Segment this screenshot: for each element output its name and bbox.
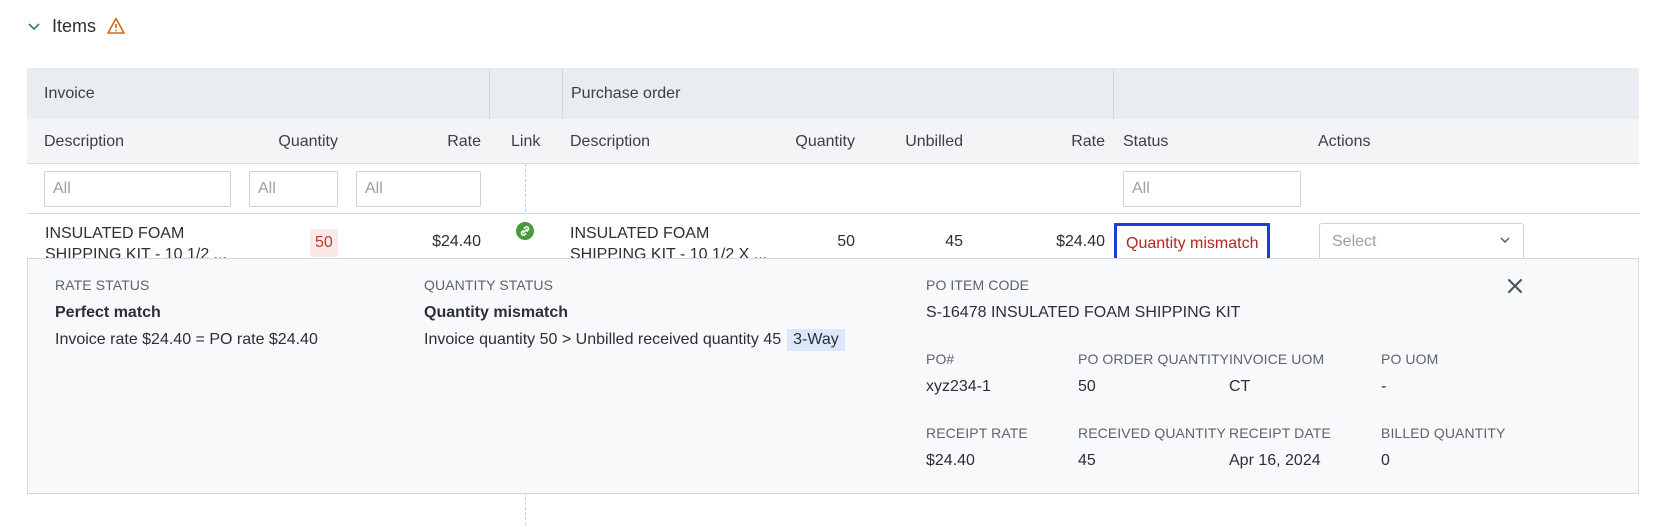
field-label: RECEIPT RATE (926, 425, 1028, 441)
field-value: Apr 16, 2024 (1229, 452, 1321, 469)
col-invoice-quantity[interactable]: Quantity (249, 119, 338, 164)
link-icon[interactable] (515, 221, 535, 241)
col-po-quantity[interactable]: Quantity (755, 119, 855, 164)
filter-invoice-description[interactable]: All (44, 171, 231, 207)
group-divider (562, 68, 563, 119)
filter-invoice-rate[interactable]: All (356, 171, 481, 207)
field-value: 50 (1078, 378, 1096, 395)
invoice-description-line1: INSULATED FOAM (45, 225, 185, 242)
group-header-row: Invoice Purchase order (27, 68, 1639, 119)
po-item-code-label: PO ITEM CODE (926, 277, 1030, 293)
group-divider (1113, 68, 1114, 119)
chevron-down-icon (1499, 233, 1511, 251)
field-value: 0 (1381, 452, 1390, 469)
col-invoice-rate[interactable]: Rate (356, 119, 481, 164)
actions-select-placeholder: Select (1332, 233, 1377, 250)
col-status[interactable]: Status (1123, 119, 1168, 164)
field-label: RECEIVED QUANTITY (1078, 425, 1226, 441)
close-icon[interactable] (1506, 277, 1524, 295)
row-detail-panel: RATE STATUS Perfect match Invoice rate $… (27, 258, 1639, 494)
group-purchase-order: Purchase order (571, 84, 681, 102)
items-section-header[interactable]: Items (26, 12, 126, 40)
items-table: Invoice Purchase order Description Quant… (27, 68, 1639, 525)
invoice-quantity-badge: 50 (310, 229, 338, 257)
po-item-code-value: S-16478 INSULATED FOAM SHIPPING KIT (926, 304, 1241, 321)
field-value: $24.40 (926, 452, 975, 469)
three-way-tag: 3-Way (787, 329, 845, 351)
field-value: CT (1229, 378, 1251, 395)
section-title: Items (52, 15, 97, 36)
quantity-status-label: QUANTITY STATUS (424, 277, 554, 293)
filter-row: All All All All (27, 164, 1639, 214)
field-label: INVOICE UOM (1229, 351, 1325, 367)
rate-status-value: Perfect match (55, 304, 161, 321)
field-label: PO UOM (1381, 351, 1439, 367)
col-link: Link (511, 132, 541, 150)
actions-select[interactable]: Select (1319, 223, 1524, 261)
col-invoice-description[interactable]: Description (44, 119, 124, 164)
quantity-status-value: Quantity mismatch (424, 304, 569, 321)
rate-status-label: RATE STATUS (55, 277, 150, 293)
rate-status-text: Invoice rate $24.40 = PO rate $24.40 (55, 331, 318, 348)
col-actions: Actions (1318, 132, 1371, 150)
field-value: - (1381, 378, 1387, 395)
field-label: BILLED QUANTITY (1381, 425, 1506, 441)
field-value: xyz234-1 (926, 378, 991, 395)
field-value: 45 (1078, 452, 1096, 469)
field-label: RECEIPT DATE (1229, 425, 1331, 441)
filter-invoice-quantity[interactable]: All (249, 171, 338, 207)
quantity-status-text: Invoice quantity 50 > Unbilled received … (424, 331, 782, 348)
field-label: PO# (926, 351, 955, 367)
warning-icon (106, 16, 126, 36)
field-label: PO ORDER QUANTITY (1078, 351, 1230, 367)
col-po-description[interactable]: Description (570, 119, 650, 164)
column-header-row: Description Quantity Rate Link Descripti… (27, 119, 1639, 164)
col-po-unbilled[interactable]: Unbilled (863, 119, 963, 164)
filter-status[interactable]: All (1123, 171, 1301, 207)
quantity-status-line: Invoice quantity 50 > Unbilled received … (424, 329, 845, 351)
group-invoice: Invoice (44, 84, 95, 102)
chevron-down-icon[interactable] (26, 18, 42, 34)
group-divider (489, 68, 490, 119)
col-po-rate[interactable]: Rate (1005, 119, 1105, 164)
